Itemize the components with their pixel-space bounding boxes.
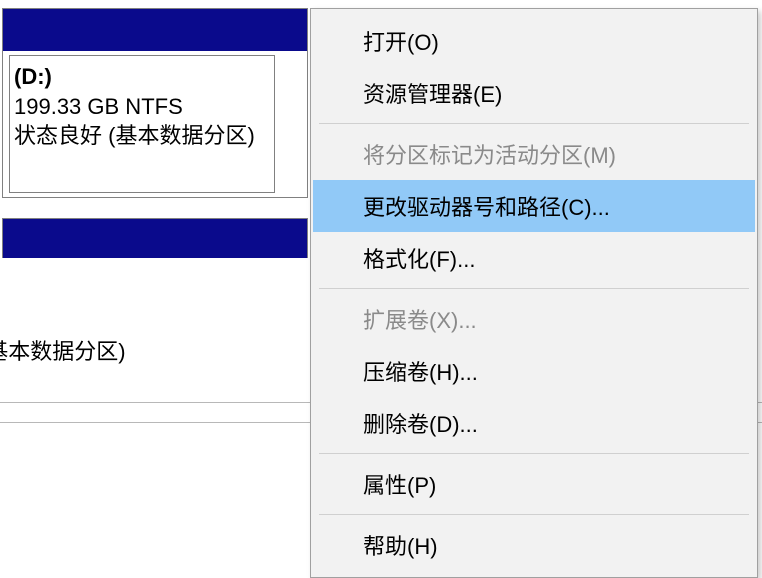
partition-label: (D:) xyxy=(14,62,270,92)
partition-status: 状态良好 (基本数据分区) xyxy=(14,121,270,151)
volume-list-fragment: 转储, 基本数据分区) xyxy=(0,334,126,366)
menu-separator xyxy=(319,453,749,454)
menu-format[interactable]: 格式化(F)... xyxy=(313,232,755,284)
menu-help[interactable]: 帮助(H) xyxy=(313,519,755,571)
menu-separator xyxy=(319,123,749,124)
menu-explorer[interactable]: 资源管理器(E) xyxy=(313,67,755,119)
menu-mark-active: 将分区标记为活动分区(M) xyxy=(313,128,755,180)
menu-separator xyxy=(319,288,749,289)
disk-row-body: (D:) 199.33 GB NTFS 状态良好 (基本数据分区) xyxy=(3,51,307,197)
disk-row-header xyxy=(3,9,307,51)
partition-d[interactable]: (D:) 199.33 GB NTFS 状态良好 (基本数据分区) xyxy=(9,55,275,193)
disk-row: (D:) 199.33 GB NTFS 状态良好 (基本数据分区) xyxy=(2,8,308,198)
menu-open[interactable]: 打开(O) xyxy=(313,15,755,67)
menu-delete-volume[interactable]: 删除卷(D)... xyxy=(313,397,755,449)
partition-context-menu: 打开(O) 资源管理器(E) 将分区标记为活动分区(M) 更改驱动器号和路径(C… xyxy=(310,8,758,578)
menu-separator xyxy=(319,514,749,515)
menu-change-drive-letter[interactable]: 更改驱动器号和路径(C)... xyxy=(313,180,755,232)
menu-shrink-volume[interactable]: 压缩卷(H)... xyxy=(313,345,755,397)
menu-properties[interactable]: 属性(P) xyxy=(313,458,755,510)
partition-size: 199.33 GB NTFS xyxy=(14,92,270,122)
menu-extend-volume: 扩展卷(X)... xyxy=(313,293,755,345)
disk-second-header xyxy=(2,218,308,258)
